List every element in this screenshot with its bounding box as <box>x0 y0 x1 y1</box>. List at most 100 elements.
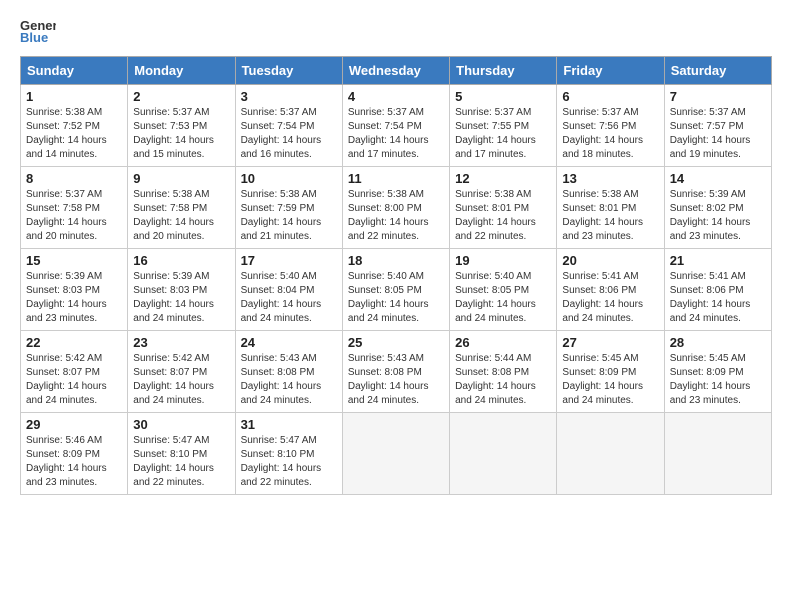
day-number: 29 <box>26 417 122 432</box>
table-row: 22 Sunrise: 5:42 AM Sunset: 8:07 PM Dayli… <box>21 331 128 413</box>
table-row: 2 Sunrise: 5:37 AM Sunset: 7:53 PM Daylig… <box>128 85 235 167</box>
day-info: Sunrise: 5:43 AM Sunset: 8:08 PM Dayligh… <box>241 352 337 408</box>
table-row: 27Sunrise: 5:45 AM Sunset: 8:09 PM Dayli… <box>557 331 664 413</box>
table-row: 9Sunrise: 5:38 AM Sunset: 7:58 PM Daylig… <box>128 167 235 249</box>
day-info: Sunrise: 5:37 AM Sunset: 7:54 PM Dayligh… <box>348 106 444 162</box>
day-info: Sunrise: 5:37 AM Sunset: 7:55 PM Dayligh… <box>455 106 551 162</box>
col-thursday: Thursday <box>450 57 557 85</box>
table-row: 14Sunrise: 5:39 AM Sunset: 8:02 PM Dayli… <box>664 167 771 249</box>
day-info: Sunrise: 5:38 AM Sunset: 8:01 PM Dayligh… <box>562 188 658 244</box>
day-info: Sunrise: 5:39 AM Sunset: 8:03 PM Dayligh… <box>133 270 229 326</box>
day-info: Sunrise: 5:37 AM Sunset: 7:53 PM Dayligh… <box>133 106 229 162</box>
table-row: 24 Sunrise: 5:43 AM Sunset: 8:08 PM Dayli… <box>235 331 342 413</box>
table-row: 6Sunrise: 5:37 AM Sunset: 7:56 PM Daylig… <box>557 85 664 167</box>
svg-text:Blue: Blue <box>20 30 48 45</box>
header-row: Sunday Monday Tuesday Wednesday Thursday… <box>21 57 772 85</box>
col-wednesday: Wednesday <box>342 57 449 85</box>
day-info: Sunrise: 5:38 AM Sunset: 7:59 PM Dayligh… <box>241 188 337 244</box>
day-info: Sunrise: 5:37 AM Sunset: 7:54 PM Dayligh… <box>241 106 337 162</box>
table-row: 23 Sunrise: 5:42 AM Sunset: 8:07 PM Dayli… <box>128 331 235 413</box>
day-info: Sunrise: 5:38 AM Sunset: 8:01 PM Dayligh… <box>455 188 551 244</box>
day-number: 2 <box>133 89 229 104</box>
table-row: 7 Sunrise: 5:37 AM Sunset: 7:57 PM Daylig… <box>664 85 771 167</box>
day-number: 19 <box>455 253 551 268</box>
day-info: Sunrise: 5:42 AM Sunset: 8:07 PM Dayligh… <box>26 352 122 408</box>
logo-icon: General Blue <box>20 16 56 46</box>
day-number: 8 <box>26 171 122 186</box>
table-row: 28 Sunrise: 5:45 AM Sunset: 8:09 PM Dayli… <box>664 331 771 413</box>
day-number: 25 <box>348 335 444 350</box>
table-row: 15 Sunrise: 5:39 AM Sunset: 8:03 PM Dayli… <box>21 249 128 331</box>
day-info: Sunrise: 5:42 AM Sunset: 8:07 PM Dayligh… <box>133 352 229 408</box>
table-row: 21Sunrise: 5:41 AM Sunset: 8:06 PM Dayli… <box>664 249 771 331</box>
day-info: Sunrise: 5:47 AM Sunset: 8:10 PM Dayligh… <box>241 434 337 490</box>
table-row: 20 Sunrise: 5:41 AM Sunset: 8:06 PM Dayli… <box>557 249 664 331</box>
col-sunday: Sunday <box>21 57 128 85</box>
day-number: 18 <box>348 253 444 268</box>
table-row: 17Sunrise: 5:40 AM Sunset: 8:04 PM Dayli… <box>235 249 342 331</box>
day-info: Sunrise: 5:38 AM Sunset: 7:52 PM Dayligh… <box>26 106 122 162</box>
table-row <box>664 413 771 495</box>
col-monday: Monday <box>128 57 235 85</box>
day-info: Sunrise: 5:39 AM Sunset: 8:03 PM Dayligh… <box>26 270 122 326</box>
table-row: 29 Sunrise: 5:46 AM Sunset: 8:09 PM Dayli… <box>21 413 128 495</box>
day-number: 23 <box>133 335 229 350</box>
day-info: Sunrise: 5:43 AM Sunset: 8:08 PM Dayligh… <box>348 352 444 408</box>
day-info: Sunrise: 5:40 AM Sunset: 8:05 PM Dayligh… <box>455 270 551 326</box>
table-row: 11 Sunrise: 5:38 AM Sunset: 8:00 PM Dayli… <box>342 167 449 249</box>
day-number: 10 <box>241 171 337 186</box>
day-number: 14 <box>670 171 766 186</box>
day-number: 15 <box>26 253 122 268</box>
col-friday: Friday <box>557 57 664 85</box>
day-number: 30 <box>133 417 229 432</box>
table-row: 18 Sunrise: 5:40 AM Sunset: 8:05 PM Dayli… <box>342 249 449 331</box>
day-number: 4 <box>348 89 444 104</box>
header: General Blue <box>20 16 772 46</box>
day-number: 22 <box>26 335 122 350</box>
day-info: Sunrise: 5:45 AM Sunset: 8:09 PM Dayligh… <box>562 352 658 408</box>
day-info: Sunrise: 5:44 AM Sunset: 8:08 PM Dayligh… <box>455 352 551 408</box>
table-row: 13 Sunrise: 5:38 AM Sunset: 8:01 PM Dayli… <box>557 167 664 249</box>
day-info: Sunrise: 5:37 AM Sunset: 7:56 PM Dayligh… <box>562 106 658 162</box>
week-row-1: 1 Sunrise: 5:38 AM Sunset: 7:52 PM Daylig… <box>21 85 772 167</box>
table-row: 3Sunrise: 5:37 AM Sunset: 7:54 PM Daylig… <box>235 85 342 167</box>
calendar-table: Sunday Monday Tuesday Wednesday Thursday… <box>20 56 772 495</box>
table-row: 12 Sunrise: 5:38 AM Sunset: 8:01 PM Dayli… <box>450 167 557 249</box>
table-row: 16 Sunrise: 5:39 AM Sunset: 8:03 PM Dayli… <box>128 249 235 331</box>
table-row <box>450 413 557 495</box>
day-number: 26 <box>455 335 551 350</box>
day-info: Sunrise: 5:38 AM Sunset: 8:00 PM Dayligh… <box>348 188 444 244</box>
day-info: Sunrise: 5:41 AM Sunset: 8:06 PM Dayligh… <box>562 270 658 326</box>
day-number: 31 <box>241 417 337 432</box>
day-info: Sunrise: 5:40 AM Sunset: 8:05 PM Dayligh… <box>348 270 444 326</box>
table-row: 8Sunrise: 5:37 AM Sunset: 7:58 PM Daylig… <box>21 167 128 249</box>
table-row: 1 Sunrise: 5:38 AM Sunset: 7:52 PM Daylig… <box>21 85 128 167</box>
week-row-5: 29 Sunrise: 5:46 AM Sunset: 8:09 PM Dayli… <box>21 413 772 495</box>
day-info: Sunrise: 5:47 AM Sunset: 8:10 PM Dayligh… <box>133 434 229 490</box>
day-number: 12 <box>455 171 551 186</box>
table-row: 4 Sunrise: 5:37 AM Sunset: 7:54 PM Daylig… <box>342 85 449 167</box>
day-number: 17 <box>241 253 337 268</box>
day-info: Sunrise: 5:41 AM Sunset: 8:06 PM Dayligh… <box>670 270 766 326</box>
table-row <box>557 413 664 495</box>
week-row-2: 8Sunrise: 5:37 AM Sunset: 7:58 PM Daylig… <box>21 167 772 249</box>
week-row-3: 15 Sunrise: 5:39 AM Sunset: 8:03 PM Dayli… <box>21 249 772 331</box>
table-row: 26 Sunrise: 5:44 AM Sunset: 8:08 PM Dayli… <box>450 331 557 413</box>
day-number: 7 <box>670 89 766 104</box>
day-number: 16 <box>133 253 229 268</box>
day-number: 13 <box>562 171 658 186</box>
col-tuesday: Tuesday <box>235 57 342 85</box>
day-number: 20 <box>562 253 658 268</box>
day-info: Sunrise: 5:45 AM Sunset: 8:09 PM Dayligh… <box>670 352 766 408</box>
day-number: 28 <box>670 335 766 350</box>
table-row: 30 Sunrise: 5:47 AM Sunset: 8:10 PM Dayli… <box>128 413 235 495</box>
day-number: 1 <box>26 89 122 104</box>
table-row: 5Sunrise: 5:37 AM Sunset: 7:55 PM Daylig… <box>450 85 557 167</box>
table-row <box>342 413 449 495</box>
week-row-4: 22 Sunrise: 5:42 AM Sunset: 8:07 PM Dayli… <box>21 331 772 413</box>
day-info: Sunrise: 5:46 AM Sunset: 8:09 PM Dayligh… <box>26 434 122 490</box>
logo: General Blue <box>20 16 50 46</box>
day-number: 11 <box>348 171 444 186</box>
day-info: Sunrise: 5:37 AM Sunset: 7:57 PM Dayligh… <box>670 106 766 162</box>
day-number: 24 <box>241 335 337 350</box>
